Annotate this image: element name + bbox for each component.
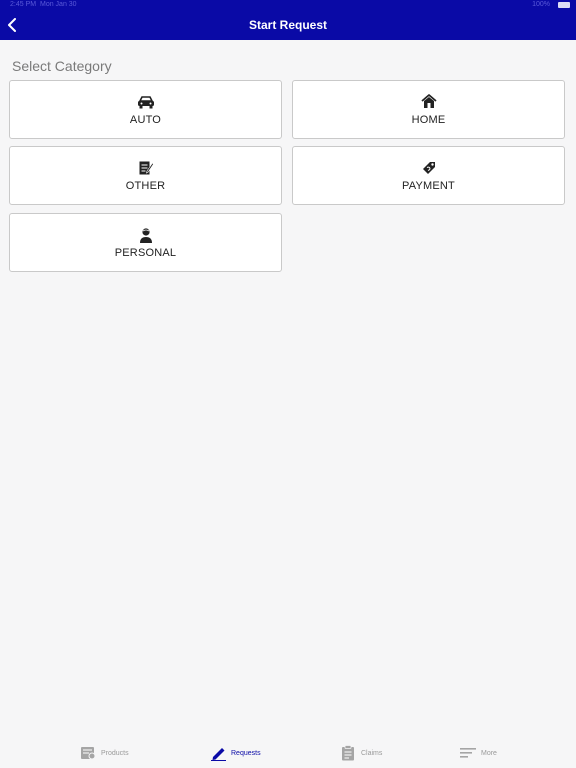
tab-label: Claims bbox=[361, 749, 383, 757]
category-auto-button[interactable]: AUTO bbox=[9, 80, 282, 139]
house-icon bbox=[420, 94, 438, 110]
person-icon bbox=[137, 227, 155, 243]
tab-label: Products bbox=[101, 749, 129, 757]
status-time: 2:45 PM bbox=[10, 1, 37, 8]
document-edit-icon bbox=[137, 160, 155, 176]
tab-label: More bbox=[481, 749, 497, 757]
tab-requests[interactable]: Requests bbox=[209, 738, 261, 768]
category-label: OTHER bbox=[125, 179, 166, 192]
tab-bar: Products Requests Claims More bbox=[0, 738, 576, 768]
status-bar: 2:45 PM Mon Jan 30 100% bbox=[0, 0, 576, 10]
pencil-icon bbox=[209, 745, 227, 761]
page-title: Start Request bbox=[248, 18, 328, 32]
category-label: PERSONAL bbox=[114, 246, 177, 259]
money-tag-icon bbox=[420, 160, 438, 176]
category-other-button[interactable]: OTHER bbox=[9, 146, 282, 205]
menu-lines-icon bbox=[459, 745, 477, 761]
header-bar: 2:45 PM Mon Jan 30 100% Start Request bbox=[0, 0, 576, 40]
category-home-button[interactable]: HOME bbox=[292, 80, 565, 139]
tab-claims[interactable]: Claims bbox=[339, 738, 382, 768]
section-title: Select Category bbox=[12, 58, 112, 74]
tab-products[interactable]: Products bbox=[79, 738, 129, 768]
category-label: PAYMENT bbox=[402, 179, 455, 192]
battery-icon bbox=[558, 2, 570, 8]
tab-label: Requests bbox=[231, 749, 261, 757]
clipboard-icon bbox=[339, 745, 357, 761]
battery-label: 100% bbox=[532, 1, 550, 8]
products-icon bbox=[79, 745, 97, 761]
category-label: HOME bbox=[411, 113, 446, 126]
car-icon bbox=[137, 94, 155, 110]
status-date: Mon Jan 30 bbox=[40, 1, 77, 8]
category-payment-button[interactable]: PAYMENT bbox=[292, 146, 565, 205]
tab-more[interactable]: More bbox=[459, 738, 497, 768]
category-label: AUTO bbox=[129, 113, 162, 126]
category-personal-button[interactable]: PERSONAL bbox=[9, 213, 282, 272]
